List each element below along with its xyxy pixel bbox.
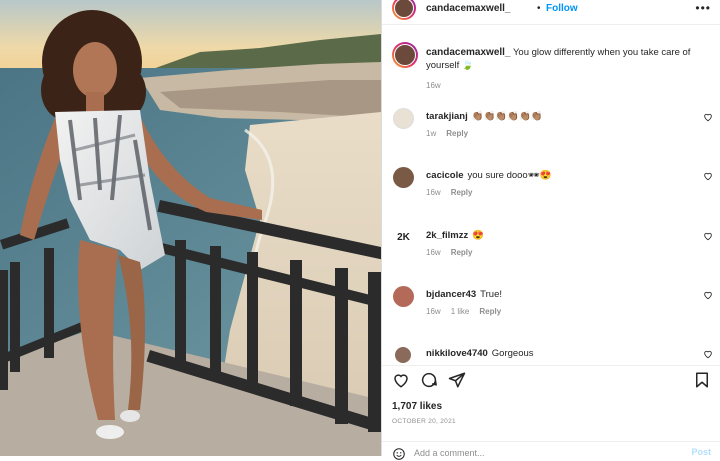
- comment-text: 👏🏽👏🏽👏🏽👏🏽👏🏽👏🏽: [471, 111, 543, 122]
- separator-dot: •: [537, 3, 541, 14]
- reply-button[interactable]: Reply: [446, 129, 468, 138]
- comment-meta: 1w Reply: [426, 129, 478, 138]
- add-comment-bar: Post: [382, 441, 720, 460]
- comment-username[interactable]: cacicole: [426, 170, 464, 181]
- comment-text: you sure dooo🕶😍: [467, 170, 552, 181]
- actions-divider: [382, 365, 720, 366]
- author-username[interactable]: candacemaxwell_: [426, 3, 511, 14]
- comment-like-count[interactable]: 1 like: [451, 307, 470, 316]
- comment-time: 16w: [426, 188, 441, 197]
- comment-avatar[interactable]: [393, 167, 414, 188]
- post-date: OCTOBER 20, 2021: [392, 418, 456, 425]
- reply-button[interactable]: Reply: [451, 248, 473, 257]
- comment-avatar[interactable]: [393, 108, 414, 129]
- comment-item: bjdancer43 True! 16w 1 like Reply: [382, 286, 720, 326]
- emoji-icon[interactable]: [392, 447, 406, 461]
- post-side-panel: candacemaxwell_ • Follow ••• candacemaxw…: [381, 0, 720, 460]
- comment-time: 16w: [426, 307, 441, 316]
- comment-line: nikkilove4740 Gorgeous: [426, 348, 534, 359]
- comment-time: 1w: [426, 129, 437, 138]
- comment-text: 😍: [472, 230, 485, 241]
- comment-icon[interactable]: [420, 371, 438, 389]
- comment-item: 2K 2k_filmzz 😍 16w Reply: [382, 227, 720, 267]
- caption-author-avatar[interactable]: [392, 42, 418, 68]
- comment-item: tarakjianj 👏🏽👏🏽👏🏽👏🏽👏🏽👏🏽 1w Reply: [382, 108, 720, 148]
- comment-time: 16w: [426, 248, 441, 257]
- comment-like-heart-icon[interactable]: [703, 171, 713, 181]
- comment-meta: 16w Reply: [426, 188, 482, 197]
- comment-like-heart-icon[interactable]: [703, 290, 713, 300]
- instagram-post: candacemaxwell_ • Follow ••• candacemaxw…: [0, 0, 720, 460]
- caption-author-username[interactable]: candacemaxwell_: [426, 47, 511, 58]
- caption-timestamp: 16w: [426, 81, 441, 90]
- comment-avatar[interactable]: [393, 286, 414, 307]
- comment-line: 2k_filmzz 😍: [426, 230, 484, 241]
- comment-item: cacicole you sure dooo🕶😍 16w Reply: [382, 167, 720, 207]
- comment-avatar[interactable]: [395, 347, 411, 363]
- comment-line: bjdancer43 True!: [426, 289, 502, 300]
- comment-text: True!: [480, 289, 502, 300]
- comment-line: cacicole you sure dooo🕶😍: [426, 170, 552, 181]
- comment-like-heart-icon[interactable]: [703, 231, 713, 241]
- comment-username[interactable]: 2k_filmzz: [426, 230, 468, 241]
- comment-username[interactable]: tarakjianj: [426, 111, 468, 122]
- header-divider: [382, 24, 720, 25]
- comment-line: tarakjianj 👏🏽👏🏽👏🏽👏🏽👏🏽👏🏽: [426, 111, 543, 122]
- photo-scene: [0, 0, 381, 456]
- caption-text-block: candacemaxwell_ You glow differently whe…: [426, 46, 696, 72]
- comment-username[interactable]: bjdancer43: [426, 289, 476, 300]
- comment-avatar[interactable]: 2K: [393, 227, 414, 248]
- comment-text: Gorgeous: [491, 348, 534, 359]
- comment-username[interactable]: nikkilove4740: [426, 348, 488, 359]
- reply-button[interactable]: Reply: [479, 307, 501, 316]
- save-bookmark-icon[interactable]: [693, 371, 711, 389]
- post-actions: [382, 368, 720, 394]
- reply-button[interactable]: Reply: [451, 188, 473, 197]
- like-heart-icon[interactable]: [392, 371, 410, 389]
- comment-meta: 16w 1 like Reply: [426, 307, 511, 316]
- comment-like-heart-icon[interactable]: [703, 112, 713, 122]
- follow-button[interactable]: Follow: [546, 3, 578, 14]
- more-options-icon[interactable]: •••: [695, 1, 711, 15]
- author-avatar[interactable]: [392, 0, 416, 20]
- comment-meta: 16w Reply: [426, 248, 482, 257]
- share-send-icon[interactable]: [448, 371, 466, 389]
- caption-emoji: 🍃: [461, 60, 474, 71]
- post-header: candacemaxwell_ • Follow •••: [382, 0, 720, 20]
- likes-count[interactable]: 1,707 likes: [392, 401, 442, 412]
- comment-like-heart-icon[interactable]: [703, 349, 713, 359]
- post-photo[interactable]: [0, 0, 381, 456]
- add-comment-input[interactable]: [414, 446, 664, 460]
- comment-item: nikkilove4740 Gorgeous: [382, 345, 720, 365]
